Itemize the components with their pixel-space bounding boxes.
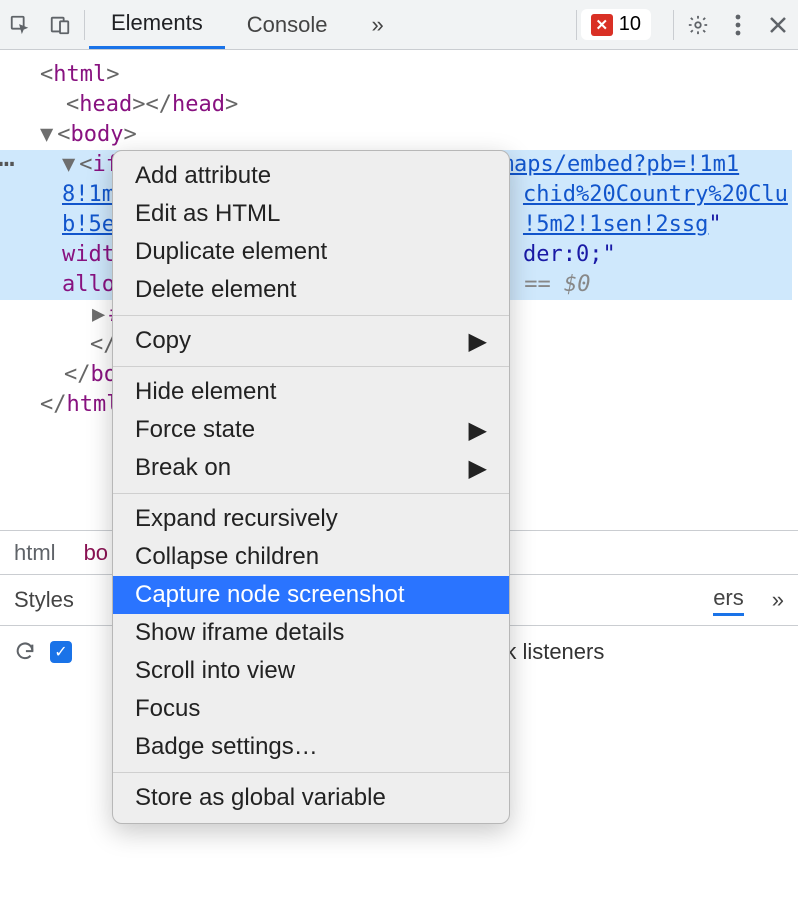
context-menu-item[interactable]: Store as global variable: [113, 779, 509, 817]
context-menu-item-label: Add attribute: [135, 162, 271, 190]
toolbar-divider: [673, 10, 674, 40]
breadcrumb-html[interactable]: html: [14, 540, 56, 566]
context-menu-item[interactable]: Scroll into view: [113, 652, 509, 690]
expand-arrow-icon[interactable]: ▶: [92, 302, 105, 327]
tab-elements[interactable]: Elements: [89, 0, 225, 49]
subtab-overflow[interactable]: »: [772, 587, 784, 613]
context-menu-item[interactable]: Hide element: [113, 373, 509, 411]
context-menu-item-label: Delete element: [135, 276, 296, 304]
devtools-toolbar: Elements Console » ✕ 10: [0, 0, 798, 50]
attr-width: widt: [62, 242, 115, 267]
context-menu-item-label: Break on: [135, 454, 231, 482]
context-menu: Add attribute Edit as HTML Duplicate eleme…: [112, 150, 510, 824]
context-menu-item-label: Copy: [135, 327, 191, 355]
subtab-eventlisteners-fragment[interactable]: ers: [713, 585, 744, 616]
context-menu-item[interactable]: Break on ▶: [113, 449, 509, 487]
error-count: 10: [619, 13, 641, 36]
context-menu-item-label: Show iframe details: [135, 619, 344, 647]
context-menu-item[interactable]: Expand recursively: [113, 500, 509, 538]
context-menu-item-label: Edit as HTML: [135, 200, 280, 228]
context-menu-item-label: Badge settings…: [135, 733, 318, 761]
settings-button[interactable]: [678, 14, 718, 36]
inspect-icon[interactable]: [0, 14, 40, 36]
error-icon: ✕: [591, 14, 613, 36]
context-menu-item[interactable]: Collapse children: [113, 538, 509, 576]
context-menu-item-label: Expand recursively: [135, 505, 338, 533]
attr-src-fragment: 8!1m: [62, 182, 115, 207]
attr-style-fragment: der:0;: [523, 242, 602, 267]
device-toggle-icon[interactable]: [40, 14, 80, 36]
context-menu-item-label: Duplicate element: [135, 238, 327, 266]
dom-node-head[interactable]: <head></head>: [10, 90, 792, 120]
dom-node-body[interactable]: ▼<body>: [10, 120, 792, 150]
context-menu-item[interactable]: Duplicate element: [113, 233, 509, 271]
context-menu-item[interactable]: Force state ▶: [113, 411, 509, 449]
error-count-badge[interactable]: ✕ 10: [581, 9, 651, 40]
breadcrumb-body[interactable]: bo: [84, 540, 108, 566]
context-menu-item[interactable]: Delete element: [113, 271, 509, 309]
panel-tabs: Elements Console »: [89, 0, 406, 49]
expand-arrow-icon[interactable]: ▼: [40, 122, 53, 147]
submenu-arrow-icon: ▶: [469, 416, 487, 445]
expand-arrow-icon[interactable]: ▼: [62, 152, 75, 177]
toolbar-divider: [84, 10, 85, 40]
context-menu-item[interactable]: Show iframe details: [113, 614, 509, 652]
context-menu-item-label: Scroll into view: [135, 657, 295, 685]
context-menu-item[interactable]: Focus: [113, 690, 509, 728]
dom-node-html[interactable]: <html>: [10, 60, 792, 90]
context-menu-item[interactable]: Copy ▶: [113, 322, 509, 360]
attr-src-fragment: !5m2!1sen!2ssg: [523, 212, 708, 237]
tab-console[interactable]: Console: [225, 0, 350, 49]
ancestors-checkbox[interactable]: ✓: [50, 641, 72, 663]
selected-node-ref: == $0: [524, 272, 590, 297]
context-menu-item[interactable]: Badge settings…: [113, 728, 509, 766]
submenu-arrow-icon: ▶: [469, 454, 487, 483]
context-menu-item-label: Hide element: [135, 378, 276, 406]
context-menu-item-label: Collapse children: [135, 543, 319, 571]
context-menu-item[interactable]: Capture node screenshot: [113, 576, 509, 614]
context-menu-item[interactable]: Add attribute: [113, 157, 509, 195]
refresh-icon[interactable]: [14, 641, 36, 663]
context-menu-item-label: Force state: [135, 416, 255, 444]
context-menu-item[interactable]: Edit as HTML: [113, 195, 509, 233]
context-menu-item-label: Capture node screenshot: [135, 581, 405, 609]
subtab-styles[interactable]: Styles: [14, 587, 74, 613]
context-menu-item-label: Store as global variable: [135, 784, 386, 812]
toolbar-divider: [576, 10, 577, 40]
kebab-menu-icon[interactable]: [718, 14, 758, 36]
submenu-arrow-icon: ▶: [469, 327, 487, 356]
tab-overflow[interactable]: »: [349, 0, 405, 49]
collapsed-gutter-icon[interactable]: …: [0, 150, 16, 164]
framework-listeners-label-fragment: rk listeners: [498, 639, 604, 665]
close-devtools-button[interactable]: [758, 15, 798, 35]
attr-src-fragment: chid%20Country%20Clu: [523, 182, 788, 207]
attr-src-fragment: b!5e: [62, 212, 115, 237]
context-menu-item-label: Focus: [135, 695, 200, 723]
